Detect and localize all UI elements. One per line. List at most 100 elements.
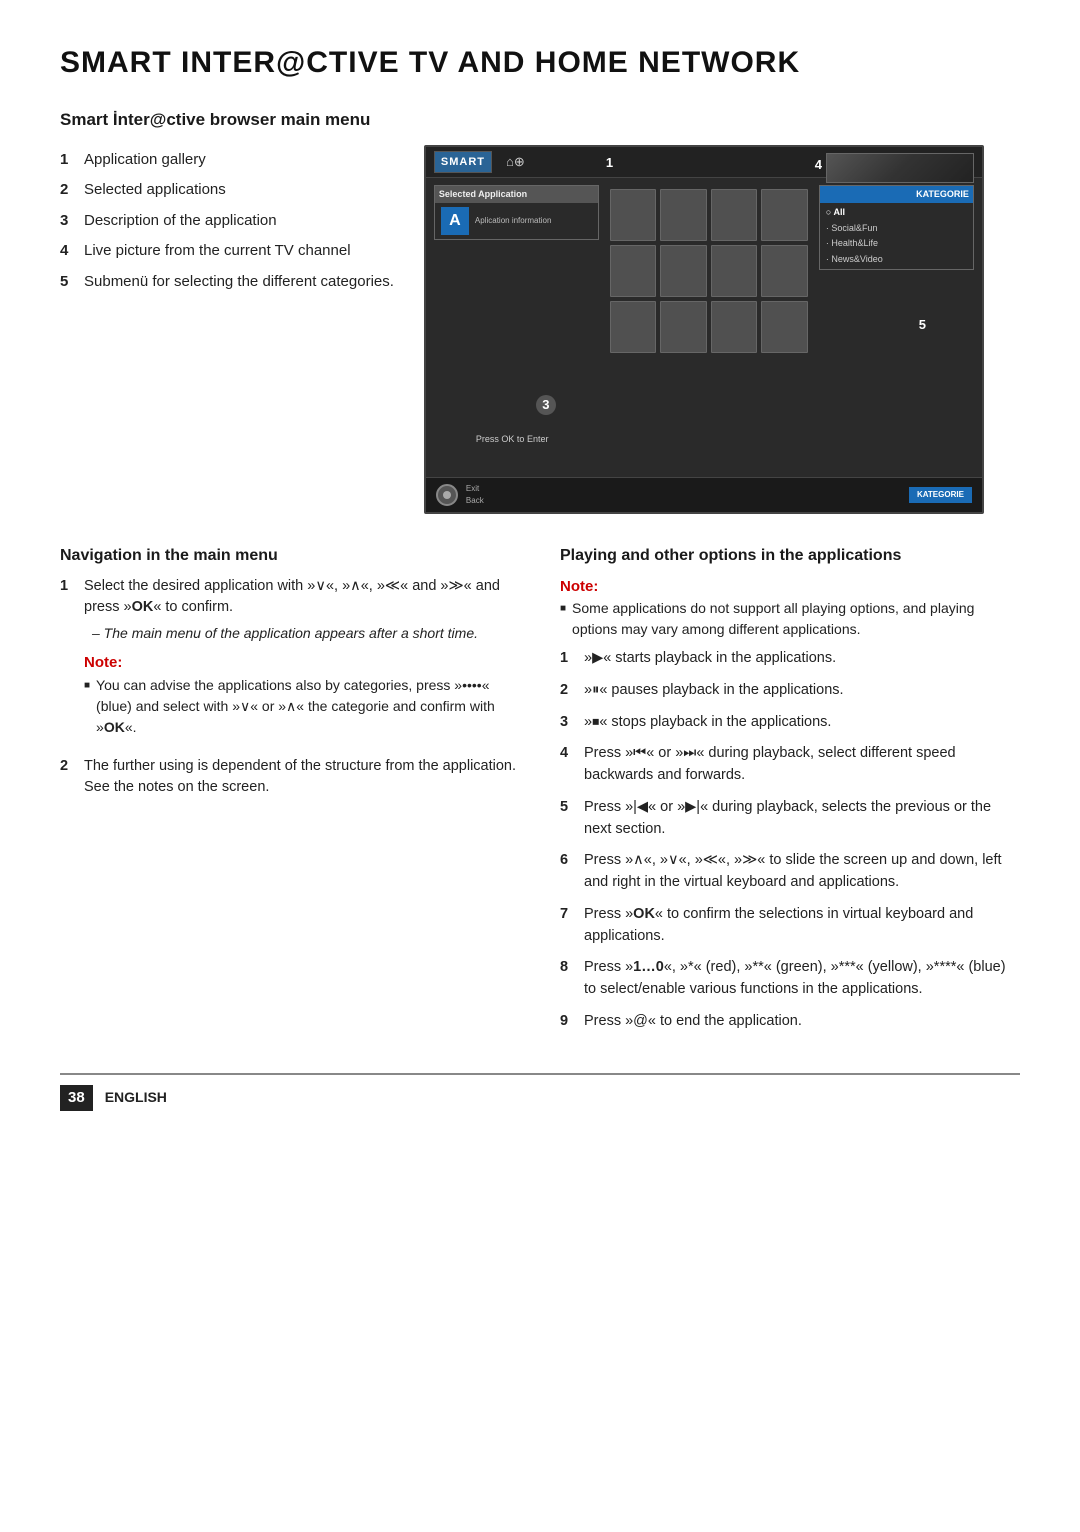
intro-list: 1 Application gallery 2 Selected applica…: [60, 145, 394, 514]
navigation-title: Navigation in the main menu: [60, 544, 520, 568]
playing-text-2: »⏸« pauses playback in the applications.: [584, 680, 1020, 702]
list-item: 5 Submenü for selecting the different ca…: [60, 271, 394, 294]
kategorie-item-news: News&Video: [826, 252, 967, 268]
app-cell: [711, 301, 758, 353]
playing-text-9: Press »@« to end the application.: [584, 1011, 1020, 1033]
app-cell: [660, 245, 707, 297]
playing-num-9: 9: [560, 1011, 576, 1033]
nav-list-item-1: 1 Select the desired application with »∨…: [60, 576, 520, 746]
intro-section: 1 Application gallery 2 Selected applica…: [60, 145, 1020, 514]
app-cell: [610, 245, 657, 297]
nav-num-2: 2: [60, 756, 76, 800]
footer-language: ENGLISH: [105, 1087, 167, 1108]
playing-list: 1 »▶« starts playback in the application…: [560, 648, 1020, 1033]
list-num: 1: [60, 149, 76, 172]
kategorie-item-health: Health&Life: [826, 236, 967, 252]
playing-item-9: 9 Press »@« to end the application.: [560, 1011, 1020, 1033]
tv-kategorie-button: KATEGORIE: [909, 487, 972, 503]
playing-text-5: Press »|◀« or »▶|« during playback, sele…: [584, 797, 1020, 841]
playing-text-6: Press »∧«, »∨«, »≪«, »≫« to slide the sc…: [584, 850, 1020, 894]
tv-logo: SMART: [434, 151, 492, 174]
playing-item-5: 5 Press »|◀« or »▶|« during playback, se…: [560, 797, 1020, 841]
bottom-sections: Navigation in the main menu 1 Select the…: [60, 544, 1020, 1043]
playing-text-7: Press »OK« to confirm the selections in …: [584, 904, 1020, 948]
tv-label-5: 5: [919, 315, 926, 335]
kategorie-header: KATEGORIE: [820, 186, 973, 204]
footer: 38 ENGLISH: [60, 1073, 1020, 1112]
playing-item-6: 6 Press »∧«, »∨«, »≪«, »≫« to slide the …: [560, 850, 1020, 894]
kategorie-item-social: Social&Fun: [826, 221, 967, 237]
note-text-1: You can advise the applications also by …: [96, 675, 520, 738]
tv-ok-dot: [443, 491, 451, 499]
nav-list-item-2: 2 The further using is dependent of the …: [60, 756, 520, 800]
nav-content-1: Select the desired application with »∨«,…: [84, 576, 520, 746]
nav-text-2: The further using is dependent of the st…: [84, 758, 516, 796]
nav-num-1: 1: [60, 576, 76, 746]
playing-item-2: 2 »⏸« pauses playback in the application…: [560, 680, 1020, 702]
playing-item-3: 3 »⏹« stops playback in the applications…: [560, 712, 1020, 734]
app-cell: [761, 245, 808, 297]
tv-label-1: 1: [606, 153, 613, 173]
app-cell: [610, 189, 657, 241]
nav-sub-1: – The main menu of the application appea…: [92, 623, 520, 644]
playing-intro-note: Note: Some applications do not support a…: [560, 576, 1020, 641]
tv-back-text: Back: [466, 495, 484, 507]
navigation-list: 1 Select the desired application with »∨…: [60, 576, 520, 800]
note-item-1: You can advise the applications also by …: [84, 675, 520, 738]
tv-ok-button: [436, 484, 458, 506]
list-text: Selected applications: [84, 179, 226, 202]
playing-num-8: 8: [560, 957, 576, 1001]
app-icon-a: A: [441, 207, 469, 235]
kategorie-list: All Social&Fun Health&Life News&Video: [820, 203, 973, 269]
nav-note-1: Note: You can advise the applications al…: [84, 652, 520, 738]
app-cell: [761, 301, 808, 353]
playing-section: Playing and other options in the applica…: [560, 544, 1020, 1043]
kategorie-panel: KATEGORIE All Social&Fun Health&Life New…: [819, 185, 974, 271]
playing-item-1: 1 »▶« starts playback in the application…: [560, 648, 1020, 670]
app-cell: [610, 301, 657, 353]
app-cell: [711, 189, 758, 241]
intro-section-title: Smart İnter@ctive browser main menu: [60, 107, 1020, 133]
list-text: Application gallery: [84, 149, 206, 172]
app-cell: [660, 301, 707, 353]
kategorie-item-all: All: [826, 205, 967, 221]
list-text: Submenü for selecting the different cate…: [84, 271, 394, 294]
list-num: 2: [60, 179, 76, 202]
playing-item-7: 7 Press »OK« to confirm the selections i…: [560, 904, 1020, 948]
playing-text-1: »▶« starts playback in the applications.: [584, 648, 1020, 670]
list-item: 2 Selected applications: [60, 179, 394, 202]
selected-app-header: Selected Application: [435, 186, 598, 204]
tv-inner: SMART ⌂⊕ 1 4 2 Selected Application A Ap…: [426, 147, 982, 477]
press-ok-label: Press OK to Enter: [476, 433, 549, 447]
note-label: Note:: [84, 654, 122, 671]
app-info-text: Aplication information: [475, 215, 551, 227]
list-text: Description of the application: [84, 210, 277, 233]
footer-page-number: 38: [60, 1085, 93, 1112]
live-tv-thumbnail: [826, 153, 974, 183]
tv-label-4: 4: [815, 155, 822, 175]
tv-bottom-left: Exit Back: [436, 483, 484, 507]
tv-exit-back: Exit Back: [466, 483, 484, 507]
playing-num-4: 4: [560, 743, 576, 787]
selected-app-body: A Aplication information: [435, 203, 598, 239]
tv-exit-text: Exit: [466, 483, 484, 495]
selected-app-panel: Selected Application A Aplication inform…: [434, 185, 599, 241]
playing-title: Playing and other options in the applica…: [560, 544, 1020, 568]
nav-text-1: Select the desired application with »∨«,…: [84, 578, 500, 616]
playing-note-item: Some applications do not support all pla…: [560, 598, 1020, 640]
list-num: 4: [60, 240, 76, 263]
playing-item-4: 4 Press »⏮« or »⏭« during playback, sele…: [560, 743, 1020, 787]
app-grid: [606, 185, 812, 357]
home-icon: ⌂⊕: [506, 152, 525, 172]
playing-note-text: Some applications do not support all pla…: [572, 598, 1020, 640]
tv-bottom-bar: Exit Back KATEGORIE: [426, 477, 982, 512]
list-item: 4 Live picture from the current TV chann…: [60, 240, 394, 263]
list-text: Live picture from the current TV channel: [84, 240, 351, 263]
nav-content-2: The further using is dependent of the st…: [84, 756, 520, 800]
playing-num-3: 3: [560, 712, 576, 734]
app-cell: [711, 245, 758, 297]
playing-num-2: 2: [560, 680, 576, 702]
playing-num-6: 6: [560, 850, 576, 894]
tv-label-3: 3: [536, 395, 556, 415]
list-num: 5: [60, 271, 76, 294]
